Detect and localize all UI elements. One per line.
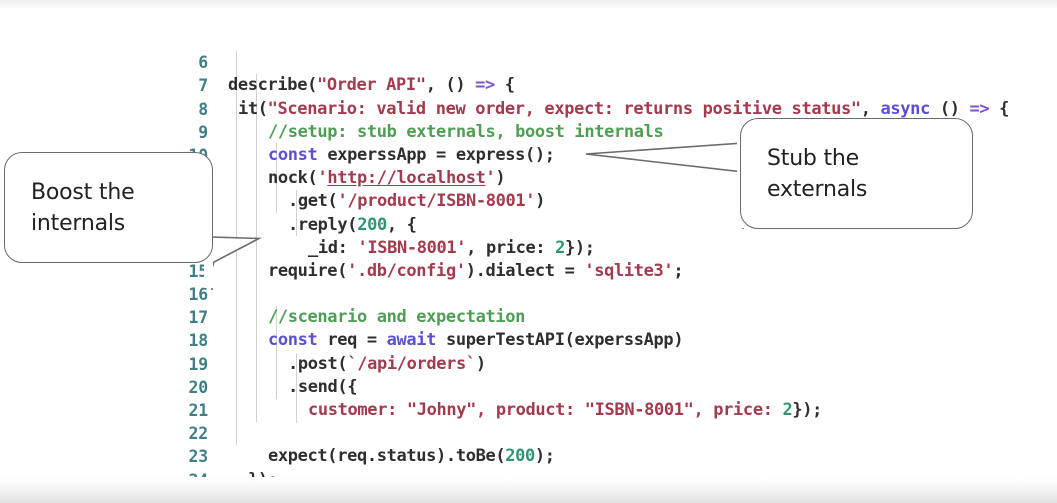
callout-left-text: Boost the internals (5, 177, 135, 239)
top-edge-gradient (0, 0, 1057, 10)
callout-left-tail (204, 190, 263, 290)
code-line: 18 .post(`/api/orders`) (0, 306, 1057, 373)
code-line-content: }); (228, 492, 258, 503)
callout-left-line-1: Boost the (31, 179, 135, 205)
code-line: 17 const req = await superTestAPI(expers… (0, 283, 1057, 350)
code-line: 21 (0, 376, 1057, 420)
code-line: 23 }); (0, 422, 1057, 489)
code-line: 20 customer: "Johny", product: "ISBN-800… (0, 353, 1057, 420)
code-line: 6 describe("Order API", () => { (0, 28, 1057, 95)
screenshot-root: 6 describe("Order API", () => { 7 it("Sc… (0, 0, 1057, 503)
callout-left-line-2: internals (31, 210, 126, 236)
code-line: 8 //setup: stub externals, boost interna… (0, 74, 1057, 142)
callout-boost-the-internals: Boost the internals (4, 152, 213, 263)
code-line: 19 .send({ (0, 329, 1057, 397)
callout-right-line-2: externals (767, 176, 868, 202)
callout-stub-the-externals: Stub the externals (740, 118, 973, 229)
line-number: 24 (188, 470, 209, 490)
callout-right-text: Stub the externals (741, 143, 867, 205)
callout-right-line-1: Stub the (767, 145, 859, 171)
code-line: 22 expect(req.status).toBe(200); (0, 399, 1057, 466)
code-line: 7 it("Scenario: valid new order, expect:… (0, 51, 1057, 118)
code-line-content: }); (248, 469, 278, 490)
code-line: 24 }); (0, 445, 1057, 503)
code-line: 16 //scenario and expectation (0, 260, 1057, 327)
callout-right-tail (585, 129, 746, 229)
